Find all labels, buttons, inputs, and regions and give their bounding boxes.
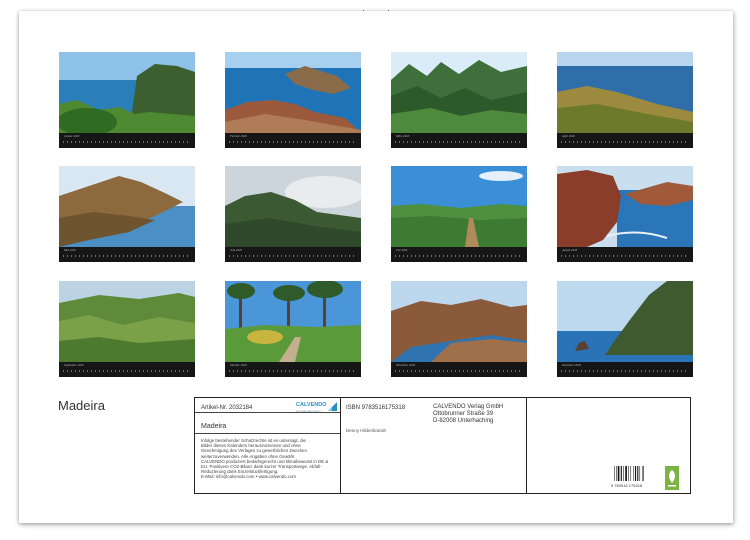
month-strip: Dezember 2026 xyxy=(557,362,693,377)
logo-text: CALVENDO xyxy=(296,402,327,408)
barcode-number: 9 783516 175318 xyxy=(611,483,643,488)
publisher-address: CALVENDO Verlag GmbH Ottobrunner Straße 3… xyxy=(433,404,503,425)
month-photo: Juli 2026 xyxy=(391,166,527,262)
month-label: Mai 2026 xyxy=(64,248,76,252)
day-ticks xyxy=(561,141,689,143)
month-photo: Februar 2026 xyxy=(225,52,361,148)
logo-subtext: Ihr Kalenderverlag xyxy=(296,409,321,413)
legal-line: E-Mail: info@calvendo.com • www.calvendo… xyxy=(201,474,297,480)
month-label: August 2026 xyxy=(562,248,578,252)
day-ticks xyxy=(63,370,191,372)
calvendo-logo: CALVENDO Ihr Kalenderverlag xyxy=(296,402,338,416)
calendar-name: Madeira xyxy=(201,423,227,430)
barcode-icon xyxy=(614,466,644,481)
cover-title: Madeira xyxy=(58,398,105,413)
day-ticks xyxy=(229,255,357,257)
landscape-photo-icon xyxy=(225,281,361,362)
landscape-photo-icon xyxy=(557,166,693,247)
month-label: Januar 2026 xyxy=(64,134,80,138)
month-label: Dezember 2026 xyxy=(562,363,581,367)
day-ticks xyxy=(63,255,191,257)
month-photo: April 2026 xyxy=(557,52,693,148)
publisher-line: CALVENDO Verlag GmbH xyxy=(433,404,504,410)
month-photo: Juni 2026 xyxy=(225,166,361,262)
publisher-line: D-82008 Unterhaching xyxy=(433,418,494,424)
month-label: Juni 2026 xyxy=(230,248,242,252)
landscape-photo-icon xyxy=(59,52,195,133)
month-label: November 2026 xyxy=(396,363,416,367)
day-ticks xyxy=(395,141,523,143)
landscape-photo-icon xyxy=(225,166,361,247)
info-divider xyxy=(526,398,527,493)
landscape-photo-icon xyxy=(391,166,527,247)
day-ticks xyxy=(395,370,523,372)
month-photo: August 2026 xyxy=(557,166,693,262)
month-strip: Februar 2026 xyxy=(225,133,361,148)
month-label: September 2026 xyxy=(64,363,84,367)
landscape-photo-icon xyxy=(391,281,527,362)
month-strip: Mai 2026 xyxy=(59,247,195,262)
month-strip: Juni 2026 xyxy=(225,247,361,262)
day-ticks xyxy=(561,370,689,372)
month-label: April 2026 xyxy=(562,134,575,138)
landscape-photo-icon xyxy=(59,281,195,362)
month-strip: April 2026 xyxy=(557,133,693,148)
landscape-photo-icon xyxy=(557,281,693,362)
landscape-photo-icon xyxy=(557,52,693,133)
month-strip: März 2026 xyxy=(391,133,527,148)
isbn: ISBN 9783516175318 xyxy=(346,405,406,411)
info-panel: Artikel-Nr. 2032184 CALVENDO Ihr Kalende… xyxy=(194,397,691,494)
day-ticks xyxy=(395,255,523,257)
calvendo-logo-icon xyxy=(328,402,337,411)
month-photo: Mai 2026 xyxy=(59,166,195,262)
month-label: Juli 2026 xyxy=(396,248,408,252)
month-photo: Dezember 2026 xyxy=(557,281,693,377)
month-strip: Oktober 2026 xyxy=(225,362,361,377)
author-name: Denny Hildenbrandt xyxy=(346,428,386,433)
month-strip: Juli 2026 xyxy=(391,247,527,262)
landscape-photo-icon xyxy=(59,166,195,247)
info-row-divider xyxy=(195,433,340,434)
landscape-photo-icon xyxy=(391,52,527,133)
legal-notice: Infolge bestehender Schutzrechte ist es … xyxy=(201,438,339,480)
eco-label-icon xyxy=(665,466,679,490)
month-photo: November 2026 xyxy=(391,281,527,377)
month-photo: März 2026 xyxy=(391,52,527,148)
month-photo: Januar 2026 xyxy=(59,52,195,148)
landscape-photo-icon xyxy=(225,52,361,133)
month-strip: Januar 2026 xyxy=(59,133,195,148)
month-photo: Oktober 2026 xyxy=(225,281,361,377)
month-strip: September 2026 xyxy=(59,362,195,377)
month-label: Februar 2026 xyxy=(230,134,247,138)
info-divider xyxy=(340,398,341,493)
day-ticks xyxy=(63,141,191,143)
month-strip: August 2026 xyxy=(557,247,693,262)
article-number: Artikel-Nr. 2032184 xyxy=(201,405,253,411)
day-ticks xyxy=(561,255,689,257)
month-photo: September 2026 xyxy=(59,281,195,377)
publisher-line: Ottobrunner Straße 39 xyxy=(433,411,494,417)
day-ticks xyxy=(229,141,357,143)
month-strip: November 2026 xyxy=(391,362,527,377)
month-label: Oktober 2026 xyxy=(230,363,247,367)
day-ticks xyxy=(229,370,357,372)
month-label: März 2026 xyxy=(396,134,410,138)
